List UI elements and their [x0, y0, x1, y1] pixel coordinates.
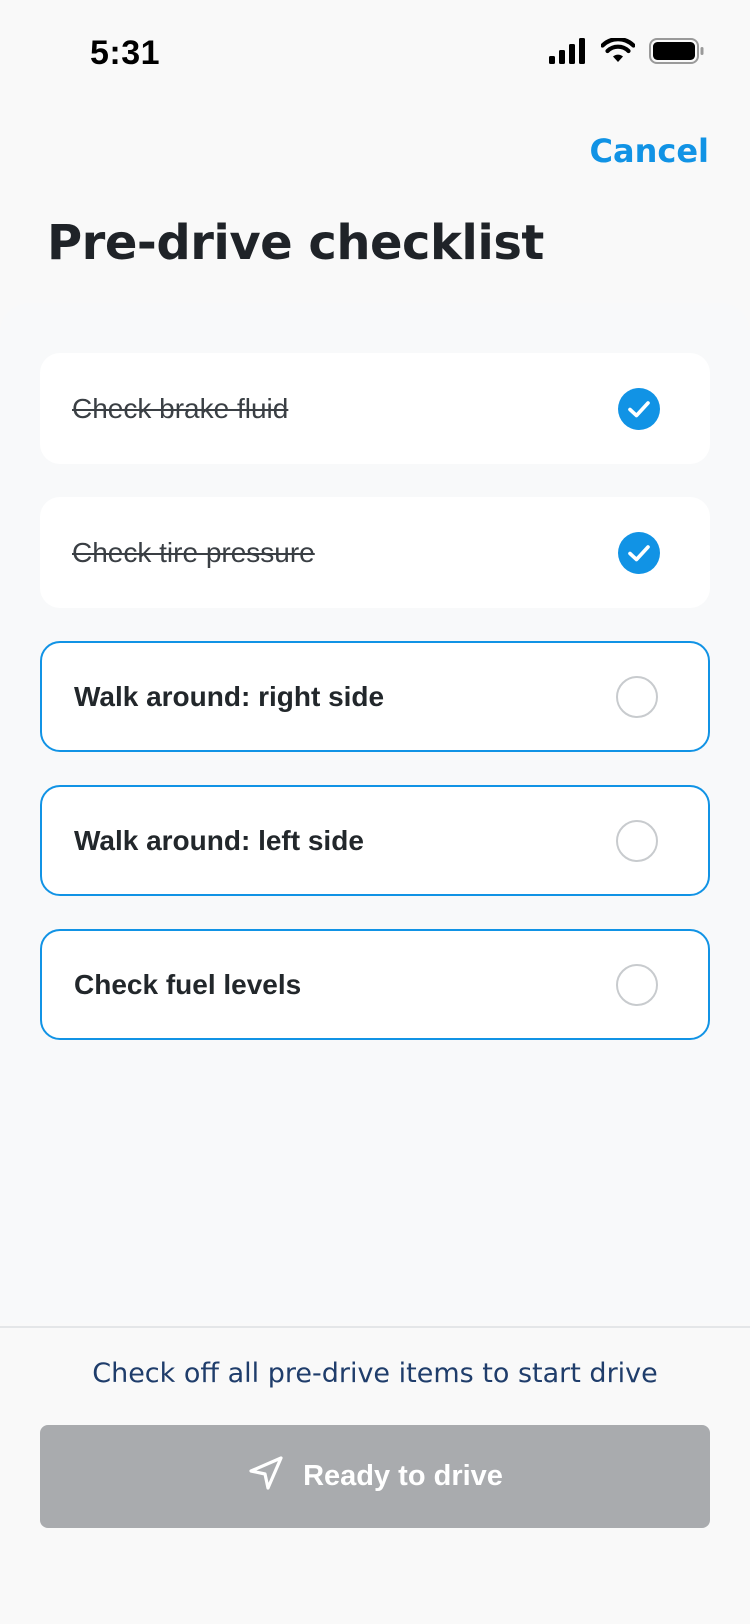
checklist-item-tire-pressure[interactable]: Check tire pressure: [40, 497, 710, 608]
ready-to-drive-button[interactable]: Ready to drive: [40, 1425, 710, 1528]
ready-to-drive-label: Ready to drive: [303, 1460, 503, 1492]
checklist-item-label: Check brake fluid: [72, 392, 289, 424]
checklist-item-walk-around-left[interactable]: Walk around: left side: [40, 785, 710, 896]
unchecked-checkbox-icon[interactable]: [616, 819, 658, 862]
checklist-item-label: Check fuel levels: [74, 968, 302, 1000]
checklist-item-brake-fluid[interactable]: Check brake fluid: [40, 353, 710, 464]
checked-checkbox-icon[interactable]: [618, 531, 660, 574]
checked-checkbox-icon[interactable]: [618, 387, 660, 430]
checklist: Check brake fluid Check tire pressure Wa…: [40, 353, 710, 1073]
cellular-signal-icon: [549, 38, 587, 69]
status-time: 5:31: [90, 34, 161, 72]
checklist-item-label: Check tire pressure: [72, 536, 315, 568]
checklist-item-walk-around-right[interactable]: Walk around: right side: [40, 641, 710, 752]
status-bar: 5:31: [0, 0, 750, 100]
page-title: Pre-drive checklist: [47, 215, 544, 271]
status-icons: [549, 37, 705, 69]
unchecked-checkbox-icon[interactable]: [616, 675, 658, 718]
unchecked-checkbox-icon[interactable]: [616, 963, 658, 1006]
checklist-item-label: Walk around: right side: [74, 680, 385, 712]
checklist-item-fuel-levels[interactable]: Check fuel levels: [40, 929, 710, 1040]
checklist-item-label: Walk around: left side: [74, 824, 364, 856]
footer-hint: Check off all pre-drive items to start d…: [92, 1358, 658, 1389]
navigation-arrow-icon: [247, 1454, 285, 1500]
battery-icon: [649, 38, 705, 69]
wifi-icon: [600, 37, 636, 69]
cancel-button[interactable]: Cancel: [584, 128, 716, 174]
footer-divider: [0, 1326, 750, 1328]
